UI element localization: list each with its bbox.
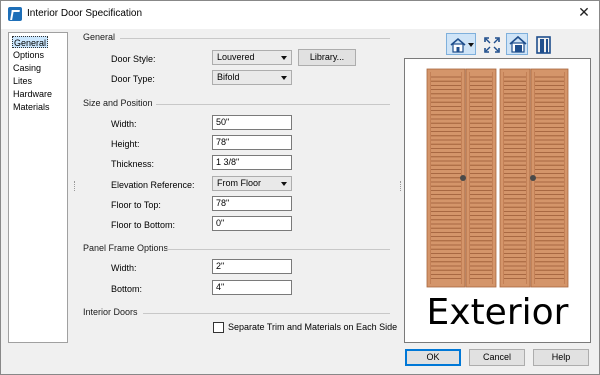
elevation-reference-select[interactable]: From Floor <box>212 176 292 191</box>
panel-width-label: Width: <box>111 263 137 273</box>
height-field[interactable]: 78" <box>212 135 292 150</box>
app-icon <box>8 7 22 21</box>
thickness-field[interactable]: 1 3/8" <box>212 155 292 170</box>
camera-view-icon[interactable] <box>446 33 476 55</box>
separate-trim-checkbox[interactable] <box>213 322 224 333</box>
door-style-value: Louvered <box>217 52 255 62</box>
window-title: Interior Door Specification <box>27 8 143 19</box>
interior-doors-heading: Interior Doors <box>83 307 138 317</box>
nav-item-materials[interactable]: Materials <box>12 101 51 113</box>
panel-frame-divider <box>166 249 390 250</box>
door-knob <box>460 175 466 181</box>
separate-trim-label: Separate Trim and Materials on Each Side <box>228 322 398 332</box>
panel-bottom-field[interactable]: 4" <box>212 280 292 295</box>
nav-item-casing[interactable]: Casing <box>12 62 42 74</box>
library-button[interactable]: Library... <box>298 49 356 66</box>
title-bar: Interior Door Specification ✕ <box>1 1 599 29</box>
floor-to-bottom-label: Floor to Bottom: <box>111 220 176 230</box>
door-type-select[interactable]: Bifold <box>212 70 292 85</box>
nav-item-lites[interactable]: Lites <box>12 75 33 87</box>
chevron-down-icon <box>281 182 287 186</box>
size-heading: Size and Position <box>83 98 153 108</box>
nav-item-options[interactable]: Options <box>12 49 45 61</box>
panel-frame-heading: Panel Frame Options <box>83 243 169 253</box>
elevation-reference-value: From Floor <box>217 178 262 188</box>
floor-to-top-field[interactable]: 78" <box>212 196 292 211</box>
nav-item-hardware[interactable]: Hardware <box>12 88 53 100</box>
door-preview: Exterior <box>404 58 591 343</box>
color-view-icon[interactable] <box>506 33 528 55</box>
height-label: Height: <box>111 139 140 149</box>
door-style-label: Door Style: <box>111 54 156 64</box>
door-style-select[interactable]: Louvered <box>212 50 292 65</box>
fill-window-icon[interactable] <box>480 33 502 55</box>
size-divider <box>156 104 390 105</box>
preview-view-label: Exterior <box>426 292 569 333</box>
door-type-value: Bifold <box>217 72 240 82</box>
width-field[interactable]: 50" <box>212 115 292 130</box>
general-divider <box>120 38 390 39</box>
help-button[interactable]: Help <box>533 349 589 366</box>
door-preview-icon[interactable] <box>532 33 554 55</box>
splitter-grip[interactable] <box>74 181 76 191</box>
close-icon[interactable]: ✕ <box>569 1 599 25</box>
nav-item-general[interactable]: General <box>12 36 49 48</box>
cancel-button[interactable]: Cancel <box>469 349 525 366</box>
elevation-reference-label: Elevation Reference: <box>111 180 195 190</box>
door-knob <box>530 175 536 181</box>
ok-button[interactable]: OK <box>405 349 461 366</box>
panel-width-field[interactable]: 2" <box>212 259 292 274</box>
panel-bottom-label: Bottom: <box>111 284 143 294</box>
general-heading: General <box>83 32 116 42</box>
door-type-label: Door Type: <box>111 74 155 84</box>
interior-doors-divider <box>143 313 390 314</box>
category-list: General Options Casing Lites Hardware Ma… <box>8 32 68 343</box>
dialog-window: Interior Door Specification ✕ General Op… <box>0 0 600 375</box>
width-label: Width: <box>111 119 137 129</box>
chevron-down-icon <box>281 76 287 80</box>
thickness-label: Thickness: <box>111 159 155 169</box>
splitter-grip[interactable] <box>400 181 402 191</box>
floor-to-top-label: Floor to Top: <box>111 200 161 210</box>
chevron-down-icon <box>281 56 287 60</box>
floor-to-bottom-field[interactable]: 0" <box>212 216 292 231</box>
